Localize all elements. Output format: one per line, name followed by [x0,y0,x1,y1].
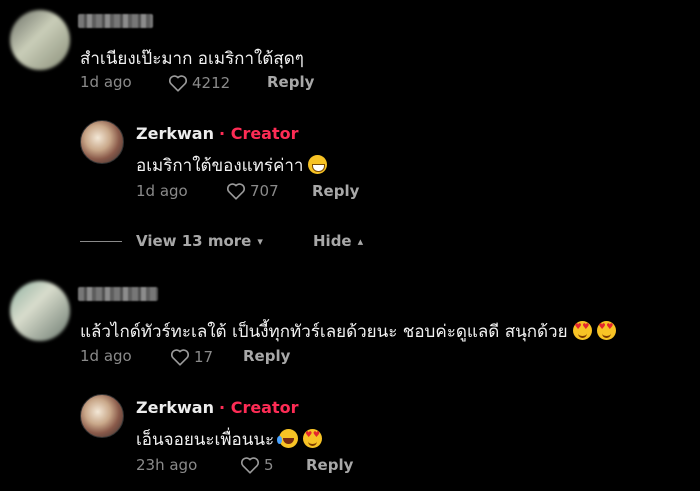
reply-text: เอ็นจอยนะเพื่อนนะ [136,426,323,453]
reply-time: 23h ago [136,456,198,474]
heart-outline-icon [168,75,188,92]
like-count: 4212 [192,74,231,92]
view-more-button[interactable]: View 13 more ▾ [136,232,263,250]
like-count: 17 [194,348,214,366]
reply-header: Zerkwan · Creator [136,124,299,143]
commenter-avatar[interactable] [10,281,70,341]
heart-outline-icon [170,349,190,366]
heart-outline-icon [240,457,260,474]
creator-avatar[interactable] [80,394,124,438]
like-button[interactable]: 4212 [168,74,230,92]
comment-text-content: แล้วไกด์ทัวร์ทะเลใต้ เป็นงี้ทุกทัวร์เลยด… [80,322,568,342]
grinning-face-icon [308,155,328,174]
reply-button[interactable]: Reply [243,347,290,365]
reply-text-content: อเมริกาใต้ของแทร่ค่าา [136,156,304,176]
heart-outline-icon [226,183,246,200]
commenter-name-redacted[interactable] [78,287,158,301]
creator-name[interactable]: Zerkwan [136,398,214,417]
like-button[interactable]: 17 [170,348,213,366]
chevron-up-icon: ▴ [357,235,364,248]
commenter-avatar[interactable] [10,10,70,70]
commenter-name-redacted[interactable] [78,14,153,28]
creator-badge: · Creator [219,398,299,417]
comment-text: สำเนียงเป๊ะมาก อเมริกาใต้สุดๆ [80,49,304,69]
comment-time: 1d ago [80,73,132,91]
smiling-face-with-hearts-icon [596,321,616,340]
reply-button[interactable]: Reply [267,73,314,91]
chevron-down-icon: ▾ [257,235,263,248]
reply-reply-button[interactable]: Reply [312,182,359,200]
creator-name[interactable]: Zerkwan [136,124,214,143]
hide-label: Hide [313,232,352,250]
hide-button[interactable]: Hide ▴ [313,232,363,250]
comment-text: แล้วไกด์ทัวร์ทะเลใต้ เป็นงี้ทุกทัวร์เลยด… [80,318,616,345]
reply-like-button[interactable]: 707 [226,182,279,200]
reply-like-count: 707 [250,182,279,200]
reply-like-count: 5 [264,456,274,474]
thread-divider [80,241,122,242]
comment-time: 1d ago [80,347,132,365]
tears-of-joy-icon [277,429,299,448]
reply-time: 1d ago [136,182,188,200]
reply-reply-button[interactable]: Reply [306,456,353,474]
view-more-label: View 13 more [136,232,252,250]
smiling-face-with-hearts-icon [303,429,323,448]
reply-header: Zerkwan · Creator [136,398,299,417]
reply-like-button[interactable]: 5 [240,456,274,474]
smiling-face-with-hearts-icon [572,321,592,340]
reply-text-content: เอ็นจอยนะเพื่อนนะ [136,430,275,450]
creator-badge: · Creator [219,124,299,143]
reply-text: อเมริกาใต้ของแทร่ค่าา [136,152,328,179]
creator-avatar[interactable] [80,120,124,164]
